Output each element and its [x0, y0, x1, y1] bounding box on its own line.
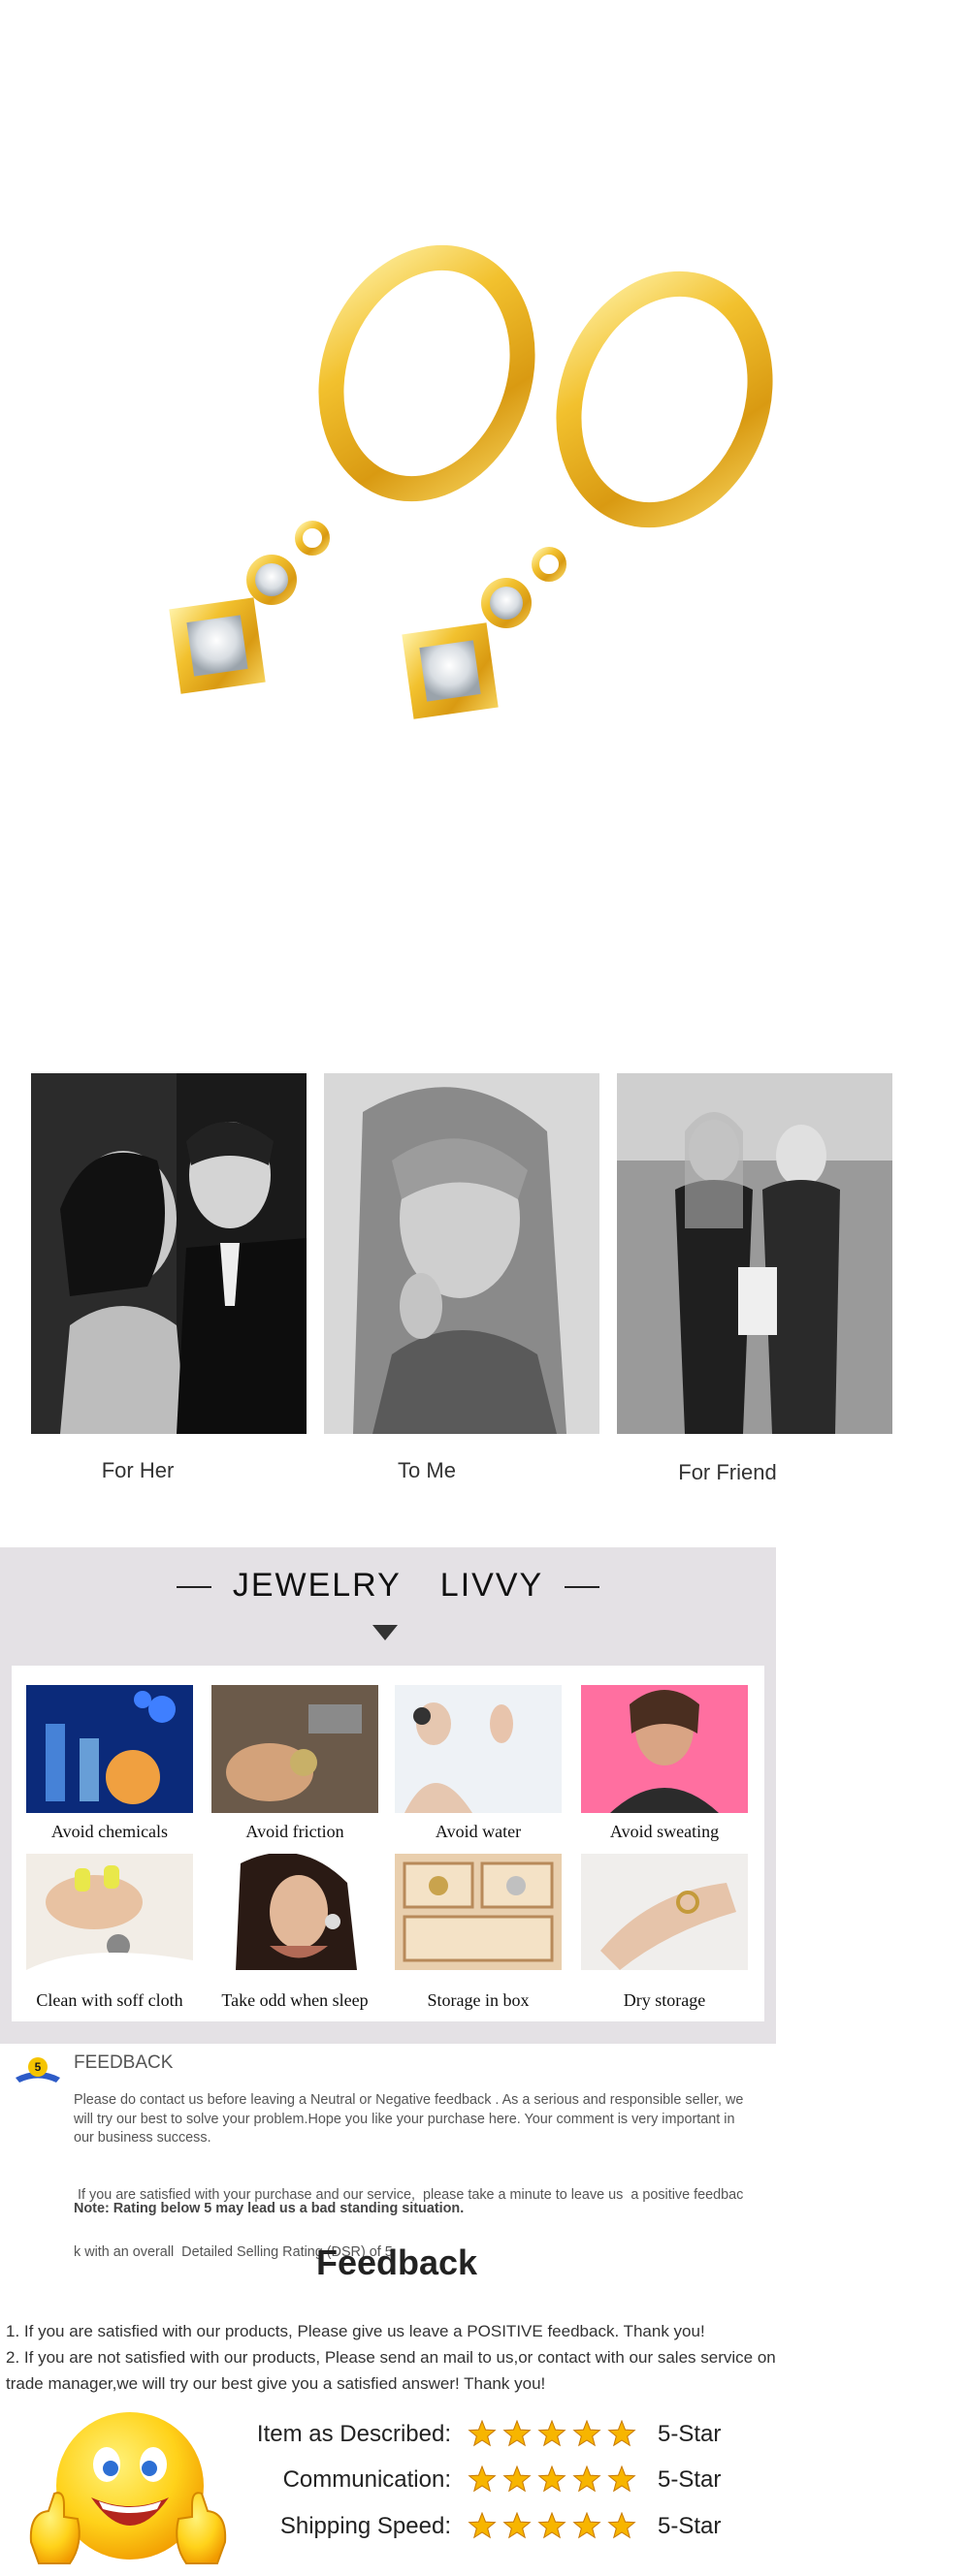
- photo-couple: [31, 1073, 307, 1434]
- badge-number: 5: [35, 2060, 42, 2074]
- care-label-dry: Dry storage: [623, 1990, 706, 2010]
- feedback-title: Feedback: [315, 2242, 478, 2282]
- care-image-water: [395, 1685, 562, 1813]
- feedback-note: Note: Rating below 5 may lead us a bad s…: [74, 2201, 465, 2216]
- star-icon: [502, 2465, 532, 2493]
- product-image: [0, 0, 970, 1028]
- feedback-para-1-line: Please do contact us before leaving a Ne…: [74, 2092, 744, 2108]
- star-icon: [607, 2511, 636, 2539]
- feedback-line-1: 1. If you are satisfied with our product…: [6, 2322, 705, 2340]
- rating-value-item-as-described: 5-Star: [658, 2421, 722, 2447]
- rating-value-communication: 5-Star: [658, 2466, 722, 2493]
- care-image-chemicals: [26, 1685, 193, 1813]
- care-label-friction: Avoid friction: [245, 1822, 344, 1841]
- star-icon: [537, 2465, 566, 2493]
- brand-word-livvy: LIVVY: [439, 1567, 544, 1604]
- care-image-sweating: [581, 1685, 748, 1813]
- care-image-friction: [211, 1685, 378, 1813]
- star-icon: [468, 2511, 497, 2539]
- star-icon: [468, 2465, 497, 2493]
- caption-for-her: For Her: [101, 1458, 175, 1482]
- care-image-sleep: [211, 1854, 378, 1970]
- rating-value-shipping-speed: 5-Star: [658, 2513, 722, 2539]
- care-label-chemicals: Avoid chemicals: [50, 1822, 169, 1841]
- star-icon: [572, 2419, 601, 2447]
- rating-stars-shipping-speed: [468, 2511, 642, 2541]
- feedback-line-3: trade manager,we will try our best give …: [6, 2374, 546, 2393]
- caption-for-friend: For Friend: [678, 1460, 777, 1484]
- care-image-dry: [581, 1854, 748, 1970]
- five-star-badge-icon: 5: [14, 2056, 62, 2085]
- star-icon: [468, 2419, 497, 2447]
- brand-word-jewelry: JEWELRY: [232, 1567, 402, 1604]
- rating-label-shipping-speed: Shipping Speed:: [279, 2513, 451, 2539]
- star-icon: [572, 2465, 601, 2493]
- caption-to-me: To Me: [398, 1458, 456, 1482]
- brand-title: JEWELRY LIVVY: [0, 1567, 776, 1605]
- care-label-cloth: Clean with soff cloth: [36, 1990, 183, 2010]
- feedback-line-2: 2. If you are not satisfied with our pro…: [6, 2348, 776, 2367]
- star-icon: [607, 2465, 636, 2493]
- star-icon: [607, 2419, 636, 2447]
- star-icon: [537, 2419, 566, 2447]
- brand-dash-left: [176, 1586, 211, 1589]
- photo-woman: [324, 1073, 599, 1434]
- rating-label-communication: Communication:: [282, 2466, 451, 2493]
- care-label-water: Avoid water: [435, 1822, 522, 1841]
- rating-stars-communication: [468, 2465, 642, 2495]
- feedback-para-1: Please do contact us before leaving a Ne…: [74, 2091, 792, 2148]
- star-icon: [537, 2511, 566, 2539]
- care-label-box: Storage in box: [427, 1990, 530, 2010]
- rating-label-item-as-described: Item as Described:: [256, 2421, 451, 2447]
- care-image-cloth: [26, 1854, 193, 1970]
- feedback-heading: FEEDBACK: [74, 2052, 174, 2073]
- brand-dash-right: [565, 1586, 600, 1589]
- star-icon: [502, 2511, 532, 2539]
- star-icon: [572, 2511, 601, 2539]
- photo-friends: [617, 1073, 892, 1434]
- down-triangle-icon: [372, 1625, 398, 1640]
- feedback-para-1-line: will try our best to solve your problem.…: [74, 2111, 735, 2127]
- feedback-para-1-line: our business success.: [74, 2130, 211, 2146]
- care-image-box: [395, 1854, 562, 1970]
- care-label-sweating: Avoid sweating: [609, 1822, 720, 1841]
- care-label-sleep: Take odd when sleep: [221, 1990, 369, 2010]
- star-icon: [502, 2419, 532, 2447]
- rating-stars-item-as-described: [468, 2419, 642, 2449]
